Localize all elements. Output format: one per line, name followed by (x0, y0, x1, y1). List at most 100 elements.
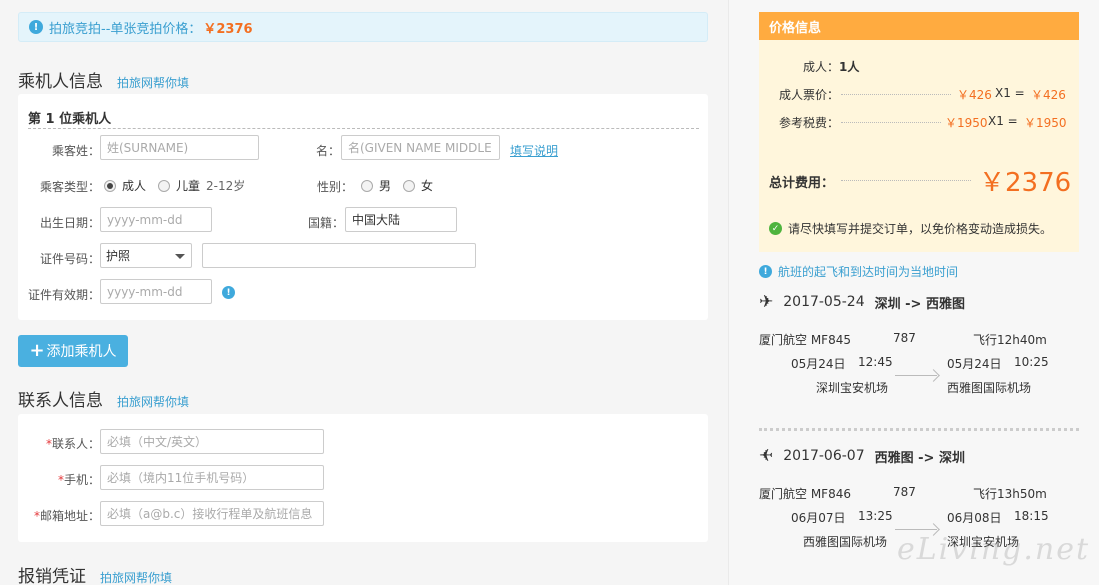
gender-male-option[interactable]: 男 (361, 177, 391, 194)
type-adult-label: 成人 (122, 179, 147, 193)
notice-price: ￥2376 (203, 21, 253, 37)
fare-total: ￥426 (1031, 88, 1066, 102)
contact-email-label: *邮箱地址： (33, 509, 100, 523)
return-airline: 厦门航空 MF846 (759, 487, 851, 501)
chevron-down-icon (175, 254, 185, 259)
gender-label: 性别： (316, 180, 353, 194)
divider (28, 128, 699, 129)
passenger-type-group: 成人 儿童 2-12岁 (104, 177, 257, 194)
check-circle-icon: ✓ (769, 222, 782, 235)
total-label: 总计费用： (769, 176, 835, 191)
arrow-right-icon (895, 375, 937, 376)
outbound-dep-airport: 深圳宝安机场 (816, 381, 889, 395)
flight-separator (759, 428, 1079, 431)
fare-unit: ￥426 (957, 88, 992, 102)
radio-unchecked-icon (403, 179, 416, 192)
fare-mult: X1 = (995, 86, 1025, 100)
order-form: ! 拍旅竞拍--单张竞拍价格： ￥2376 乘机人信息 拍旅网帮你填 第 1 位… (0, 0, 728, 585)
gender-female-option[interactable]: 女 (403, 177, 433, 194)
contact-phone-input[interactable]: 必填（境内11位手机号码） (100, 465, 324, 490)
radio-checked-icon (104, 179, 116, 192)
info-icon[interactable]: ! (222, 286, 235, 299)
passenger-section-label: 乘机人信息 (18, 72, 103, 92)
adult-count-row: 成人：1人 (803, 58, 859, 75)
return-dep-airport: 西雅图国际机场 (803, 535, 888, 549)
info-icon: ! (759, 265, 772, 278)
outbound-dep-time: 12:45 (858, 355, 893, 369)
contact-name-label: *联系人： (45, 437, 100, 451)
contact-email-input[interactable]: 必填（a@b.c）接收行程单及航班信息 (100, 501, 324, 526)
add-passenger-button[interactable]: + 添加乘机人 (18, 335, 128, 367)
tax-unit: ￥1950 (945, 116, 988, 130)
order-summary: 价格信息 成人：1人 成人票价： ￥426 X1 = ￥426 参考税费： ￥1… (728, 0, 1099, 585)
adult-count-label: 成人： (803, 60, 840, 74)
outbound-route: 深圳 -> 西雅图 (874, 296, 965, 312)
return-arr-date: 06月08日 (947, 511, 1002, 525)
total-value: ￥2376 (979, 168, 1072, 198)
gender-female-label: 女 (421, 179, 434, 193)
dotted-leader (841, 180, 971, 181)
type-child-option[interactable]: 儿童 2-12岁 (158, 177, 245, 194)
passenger-helper-link[interactable]: 拍旅网帮你填 (117, 74, 189, 91)
outbound-arr-time: 10:25 (1014, 355, 1049, 369)
type-adult-option[interactable]: 成人 (104, 177, 146, 194)
dotted-leader (841, 122, 941, 123)
outbound-dep-date: 05月24日 (791, 357, 846, 371)
return-route: 西雅图 -> 深圳 (874, 450, 965, 466)
contact-phone-label: *手机： (57, 473, 100, 487)
contact-name-input[interactable]: 必填（中文/英文） (100, 429, 324, 454)
passenger-section-title: 乘机人信息 拍旅网帮你填 (18, 67, 189, 92)
tax-label: 参考税费： (779, 116, 840, 130)
id-type-value: 护照 (106, 249, 131, 263)
price-info-panel: 价格信息 成人：1人 成人票价： ￥426 X1 = ￥426 参考税费： ￥1… (759, 12, 1079, 252)
return-flight-header: ✈ 2017-06-07 西雅图 -> 深圳 (759, 446, 965, 466)
id-type-select[interactable]: 护照 (100, 243, 192, 268)
gender-group: 男 女 (361, 177, 445, 194)
invoice-section-label: 报销凭证 (18, 567, 86, 585)
invoice-helper-link[interactable]: 拍旅网帮你填 (100, 569, 172, 585)
nationality-label: 国籍： (307, 216, 344, 230)
return-arr-time: 18:15 (1014, 509, 1049, 523)
tax-total: ￥1950 (1024, 116, 1067, 130)
contact-helper-link[interactable]: 拍旅网帮你填 (117, 393, 189, 410)
watermark: eLiving.net (897, 532, 1091, 567)
surname-label: 乘客姓： (51, 144, 100, 158)
radio-unchecked-icon (158, 179, 171, 192)
contact-section-title: 联系人信息 拍旅网帮你填 (18, 386, 189, 411)
return-duration: 飞行13h50m (973, 487, 1047, 501)
outbound-airline: 厦门航空 MF845 (759, 333, 851, 347)
contact-card: *联系人： 必填（中文/英文） *手机： 必填（境内11位手机号码） *邮箱地址… (18, 414, 708, 542)
id-expiry-input[interactable]: yyyy-mm-dd (100, 279, 212, 304)
price-info-title: 价格信息 (759, 12, 1079, 40)
invoice-section-title: 报销凭证 拍旅网帮你填 (18, 562, 172, 585)
outbound-aircraft: 787 (893, 331, 916, 345)
return-date: 2017-06-07 (783, 448, 865, 464)
id-expiry-label: 证件有效期： (27, 288, 100, 302)
outbound-duration: 飞行12h40m (973, 333, 1047, 347)
gender-male-label: 男 (379, 179, 392, 193)
dotted-leader (841, 94, 951, 95)
nationality-input[interactable]: 中国大陆 (345, 207, 457, 232)
info-icon: ! (29, 20, 43, 34)
radio-unchecked-icon (361, 179, 373, 192)
return-aircraft: 787 (893, 485, 916, 499)
id-number-input[interactable] (202, 243, 476, 268)
notice-text: 拍旅竞拍--单张竞拍价格： (49, 21, 202, 37)
given-name-input[interactable]: 名(GIVEN NAME MIDDLE (341, 135, 500, 160)
tax-mult: X1 = (988, 114, 1018, 128)
airplane-icon: ✈ (759, 446, 774, 466)
birth-date-input[interactable]: yyyy-mm-dd (100, 207, 212, 232)
return-dep-time: 13:25 (858, 509, 893, 523)
surname-input[interactable]: 姓(SURNAME) (100, 135, 259, 160)
arrow-right-icon (895, 529, 937, 530)
add-passenger-label: 添加乘机人 (46, 344, 117, 360)
return-dep-date: 06月07日 (791, 511, 846, 525)
local-time-text: 航班的起飞和到达时间为当地时间 (778, 265, 959, 279)
fill-guide-link[interactable]: 填写说明 (510, 142, 558, 159)
price-reminder: ✓ 请尽快填写并提交订单，以免价格变动造成损失。 (769, 220, 1052, 237)
auction-price-notice: ! 拍旅竞拍--单张竞拍价格： ￥2376 (18, 12, 708, 42)
fare-label: 成人票价： (779, 88, 840, 102)
reminder-text: 请尽快填写并提交订单，以免价格变动造成损失。 (788, 222, 1053, 236)
outbound-date: 2017-05-24 (783, 294, 865, 310)
outbound-arr-airport: 西雅图国际机场 (947, 381, 1032, 395)
